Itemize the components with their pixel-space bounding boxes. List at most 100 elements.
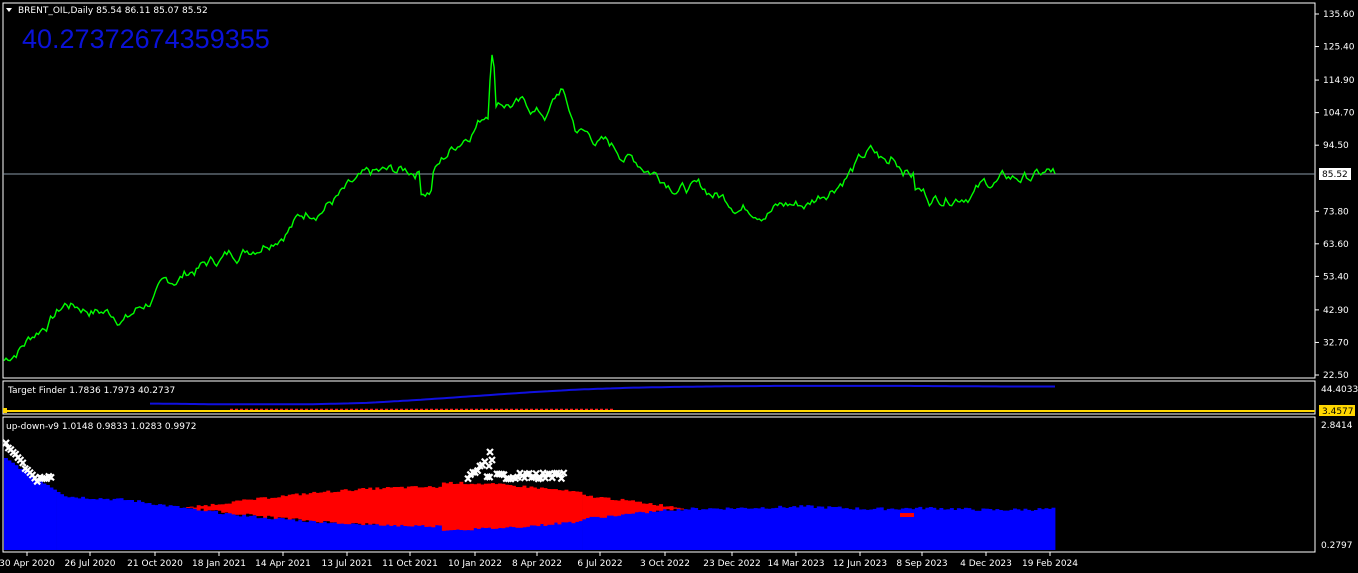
updown-bar-blue: [764, 508, 769, 550]
y-tick-label: 42.90: [1323, 306, 1349, 316]
updown-bar-blue: [606, 510, 611, 550]
updown-bar-red: [242, 499, 247, 515]
updown-bar-blue: [438, 521, 443, 550]
updown-bar-blue: [1013, 508, 1017, 550]
updown-bar-blue: [28, 475, 33, 550]
updown-bar-blue: [778, 505, 783, 550]
updown-marker: [486, 448, 494, 456]
updown-bar-blue: [1002, 510, 1007, 550]
updown-bar-red: [645, 503, 649, 514]
updown-bar-blue: [694, 508, 699, 550]
x-tick-label: 14 Mar 2023: [767, 559, 824, 569]
updown-bar-red: [599, 497, 604, 518]
updown-bar-red: [235, 500, 240, 515]
updown-bar-blue: [378, 525, 383, 550]
updown-bar-blue: [105, 498, 110, 550]
updown-bar-red: [406, 486, 411, 527]
updown-bar-blue: [750, 508, 755, 550]
updown-bar-blue: [841, 508, 846, 550]
updown-bar-red: [322, 491, 327, 521]
updown-bar-blue: [631, 512, 635, 550]
updown-bar-blue: [953, 510, 958, 550]
updown-bar-blue: [666, 510, 670, 550]
updown-bar-red: [512, 485, 516, 528]
updown-bar-blue: [354, 523, 359, 550]
updown-bar-blue: [161, 504, 166, 550]
updown-bar-red: [420, 487, 425, 526]
updown-bar-blue: [1048, 508, 1052, 550]
updown-bar-blue: [224, 513, 229, 550]
updown-bar-red: [676, 507, 681, 509]
updown-bar-blue: [680, 510, 684, 550]
updown-bar-blue: [816, 506, 821, 550]
target-badge-label: 3.4577: [1322, 407, 1354, 417]
updown-bar-blue: [375, 523, 380, 550]
updown-bar-blue: [995, 509, 1000, 550]
updown-bar-blue: [413, 523, 418, 550]
updown-bar-red: [476, 483, 481, 529]
updown-bar-blue: [21, 468, 26, 550]
updown-bar-blue: [802, 506, 807, 550]
updown-bar-red: [526, 487, 530, 527]
updown-bar-red: [431, 487, 436, 528]
updown-bar-blue: [347, 522, 352, 550]
updown-bar-blue: [1051, 507, 1056, 550]
updown-bar-blue: [126, 500, 131, 550]
updown-bar-blue: [154, 505, 159, 550]
updown-bar-red: [347, 490, 352, 525]
header-arrow-icon[interactable]: [6, 8, 12, 12]
updown-bar-red: [575, 491, 579, 522]
updown-bar-blue: [186, 508, 191, 550]
updown-bar-red: [238, 500, 243, 515]
updown-bar-red: [603, 497, 607, 518]
updown-bar-blue: [221, 514, 226, 550]
updown-marker: [19, 459, 27, 467]
updown-bar-blue: [350, 523, 355, 550]
updown-bar-blue: [935, 509, 940, 550]
updown-bar-blue: [582, 514, 586, 550]
updown-bar-red: [648, 503, 653, 511]
updown-bar-blue: [25, 470, 29, 550]
updown-bar-blue: [869, 509, 874, 550]
updown-bar-red: [266, 498, 271, 516]
x-tick-label: 30 Apr 2020: [0, 559, 55, 569]
updown-bar-blue: [795, 507, 800, 550]
updown-bar-red: [571, 491, 576, 524]
updown-bar-red: [666, 506, 670, 510]
updown-bar-blue: [329, 522, 334, 550]
updown-bar-blue: [732, 509, 737, 550]
y-tick-label: 104.70: [1323, 109, 1355, 119]
x-tick-label: 26 Jul 2020: [65, 559, 116, 569]
updown-bar-red: [501, 483, 506, 529]
updown-bar-blue: [638, 511, 642, 550]
updown-bar-blue: [49, 487, 54, 550]
updown-bar-red: [378, 489, 383, 526]
updown-bar-red: [385, 487, 390, 525]
updown-bar-red: [617, 500, 621, 516]
updown-bar-red: [186, 507, 191, 508]
updown-bar-blue: [406, 523, 411, 550]
updown-bar-blue: [984, 508, 989, 550]
updown-marker: [488, 456, 496, 464]
updown-bar-red: [557, 490, 562, 525]
updown-bar-red: [301, 493, 306, 521]
x-tick-label: 21 Oct 2020: [127, 559, 183, 569]
updown-bar-blue: [757, 508, 762, 550]
updown-bar-blue: [974, 510, 979, 550]
updown-bar-blue: [256, 518, 261, 550]
updown-bar-blue: [168, 505, 173, 550]
updown-bar-red: [361, 488, 366, 526]
updown-bar-blue: [158, 504, 162, 550]
y-tick-label: 22.50: [1323, 371, 1349, 381]
updown-bar-blue: [725, 507, 730, 550]
updown-bar-red: [547, 489, 551, 525]
trading-chart: BRENT_OIL,Daily 85.54 86.11 85.07 85.52 …: [0, 2, 1358, 569]
updown-bar-red: [473, 484, 478, 529]
updown-bar-blue: [1009, 509, 1014, 550]
updown-bar-red: [592, 497, 597, 517]
updown-bar-red: [491, 483, 495, 529]
updown-bar-blue: [970, 509, 975, 550]
updown-bar-blue: [74, 497, 78, 550]
updown-bar-red: [245, 499, 250, 514]
updown-bar-red: [217, 504, 222, 511]
